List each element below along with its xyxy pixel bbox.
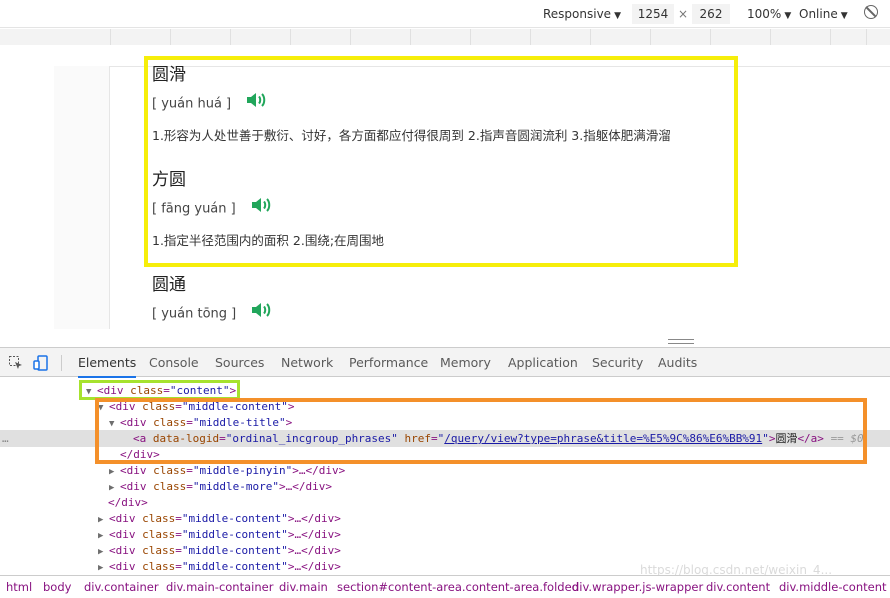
attr-equals: = <box>175 512 182 525</box>
resize-handle[interactable] <box>668 339 694 344</box>
zoom-label: 100% <box>747 7 782 21</box>
attr-equals: = <box>175 544 182 557</box>
breadcrumb-item[interactable]: div.main-container <box>166 576 273 598</box>
device-mode-dropdown[interactable]: Responsive ▼ <box>543 0 621 28</box>
collapsed-content: >…</div> <box>287 560 341 573</box>
devtools-tab-bar: Elements Console Sources Network Perform… <box>0 347 890 378</box>
collapsed-content: >…</div> <box>287 528 341 541</box>
expand-triangle-icon[interactable]: ▶ <box>98 560 109 575</box>
expand-triangle-icon[interactable]: ▶ <box>109 464 120 480</box>
collapsed-content: >…</div> <box>287 544 341 557</box>
tag-name: <div <box>120 464 147 477</box>
block-icon[interactable] <box>864 5 878 19</box>
tag-name: <div <box>109 544 136 557</box>
collapsed-content: >…</div> <box>278 480 332 493</box>
attr-value: "middle-content" <box>181 560 288 573</box>
expand-triangle-icon[interactable]: ▶ <box>98 512 109 528</box>
dimension-separator: × <box>678 7 689 21</box>
attr-value: "middle-content" <box>181 528 288 541</box>
expand-triangle-icon[interactable]: ▶ <box>98 528 109 544</box>
chevron-down-icon: ▼ <box>784 11 792 21</box>
tab-audits[interactable]: Audits <box>658 348 697 378</box>
tag-name: <div <box>109 512 136 525</box>
tree-node-middle-content[interactable]: ▶ <div class="middle-content">…</div> <box>98 543 341 559</box>
end-tag: </div> <box>108 496 148 509</box>
attr-equals: = <box>186 464 193 477</box>
attr-name: class <box>153 464 187 477</box>
tab-network[interactable]: Network <box>281 348 333 378</box>
viewport-width-input[interactable]: 1254 <box>632 4 674 24</box>
tag-name: <div <box>109 560 136 573</box>
page-left-gutter <box>54 66 110 329</box>
expand-triangle-icon[interactable]: ▶ <box>98 544 109 560</box>
breadcrumb-item[interactable]: section#content-area.content-area.folded <box>337 576 579 598</box>
word-entry: 圆通 [ yuán tōng ] <box>152 273 272 323</box>
attr-name: class <box>142 544 176 557</box>
attr-name: class <box>153 480 187 493</box>
network-throttle-dropdown[interactable]: Online ▼ <box>799 0 848 28</box>
word-title[interactable]: 圆通 <box>152 273 272 297</box>
tab-application[interactable]: Application <box>508 348 578 378</box>
tab-memory[interactable]: Memory <box>440 348 491 378</box>
breadcrumb-item[interactable]: body <box>43 576 71 598</box>
attr-name: class <box>142 528 176 541</box>
chevron-down-icon: ▼ <box>840 11 848 21</box>
network-label: Online <box>799 7 838 21</box>
attr-value: "middle-more" <box>192 480 279 493</box>
zoom-dropdown[interactable]: 100% ▼ <box>747 0 791 28</box>
device-toolbar: Responsive ▼ 1254 × 262 100% ▼ Online ▼ <box>0 0 890 28</box>
breadcrumb-item[interactable]: div.content <box>706 576 770 598</box>
green-highlight-box <box>79 380 240 400</box>
tree-node-middle-content[interactable]: ▶ <div class="middle-content">…</div> <box>98 527 341 543</box>
collapsed-content: >…</div> <box>292 464 346 477</box>
collapsed-content: >…</div> <box>287 512 341 525</box>
tab-console[interactable]: Console <box>149 348 199 378</box>
tree-node-middle-content[interactable]: ▶ <div class="middle-content">…</div> <box>98 511 341 527</box>
orange-highlight-box <box>95 398 867 464</box>
breadcrumb-item[interactable]: div.middle-content <box>779 576 887 598</box>
tree-node-middle-more[interactable]: ▶ <div class="middle-more">…</div> <box>109 479 332 495</box>
tab-sources[interactable]: Sources <box>215 348 264 378</box>
toolbar-divider <box>61 355 62 371</box>
yellow-highlight-box <box>144 56 738 267</box>
pinyin-text: [ yuán tōng ] <box>152 306 237 322</box>
viewport-height-input[interactable]: 262 <box>692 4 730 24</box>
tree-node-middle-content[interactable]: ▶ <div class="middle-content">…</div> <box>98 559 341 575</box>
word-pinyin: [ yuán tōng ] <box>152 301 272 323</box>
device-mode-label: Responsive <box>543 7 612 21</box>
tree-node-middle-pinyin[interactable]: ▶ <div class="middle-pinyin">…</div> <box>109 463 345 479</box>
attr-name: class <box>142 512 176 525</box>
breadcrumb-item[interactable]: html <box>6 576 32 598</box>
tag-name: <div <box>109 528 136 541</box>
speaker-icon[interactable] <box>250 301 272 327</box>
tab-security[interactable]: Security <box>592 348 643 378</box>
breadcrumb-item[interactable]: div.wrapper.js-wrapper <box>572 576 703 598</box>
attr-equals: = <box>175 560 182 573</box>
breadcrumb-item[interactable]: div.main <box>279 576 328 598</box>
attr-value: "middle-content" <box>181 512 288 525</box>
tab-performance[interactable]: Performance <box>349 348 428 378</box>
tag-name: <div <box>120 480 147 493</box>
inspect-element-icon[interactable] <box>8 355 24 371</box>
chevron-down-icon: ▼ <box>614 11 621 21</box>
expand-triangle-icon[interactable]: ▶ <box>109 480 120 496</box>
attr-name: class <box>142 560 176 573</box>
media-query-ruler <box>0 29 890 45</box>
ellipsis-icon[interactable]: … <box>2 431 9 447</box>
breadcrumb-item[interactable]: div.container <box>84 576 159 598</box>
tab-elements[interactable]: Elements <box>78 348 137 378</box>
attr-value: "middle-content" <box>181 544 288 557</box>
attr-value: "middle-pinyin" <box>192 464 293 477</box>
attr-equals: = <box>175 528 182 541</box>
attr-equals: = <box>186 480 193 493</box>
tree-node-close[interactable]: </div> <box>108 495 148 511</box>
device-toggle-icon[interactable] <box>33 355 49 371</box>
breadcrumb: html body div.container div.main-contain… <box>0 575 890 598</box>
